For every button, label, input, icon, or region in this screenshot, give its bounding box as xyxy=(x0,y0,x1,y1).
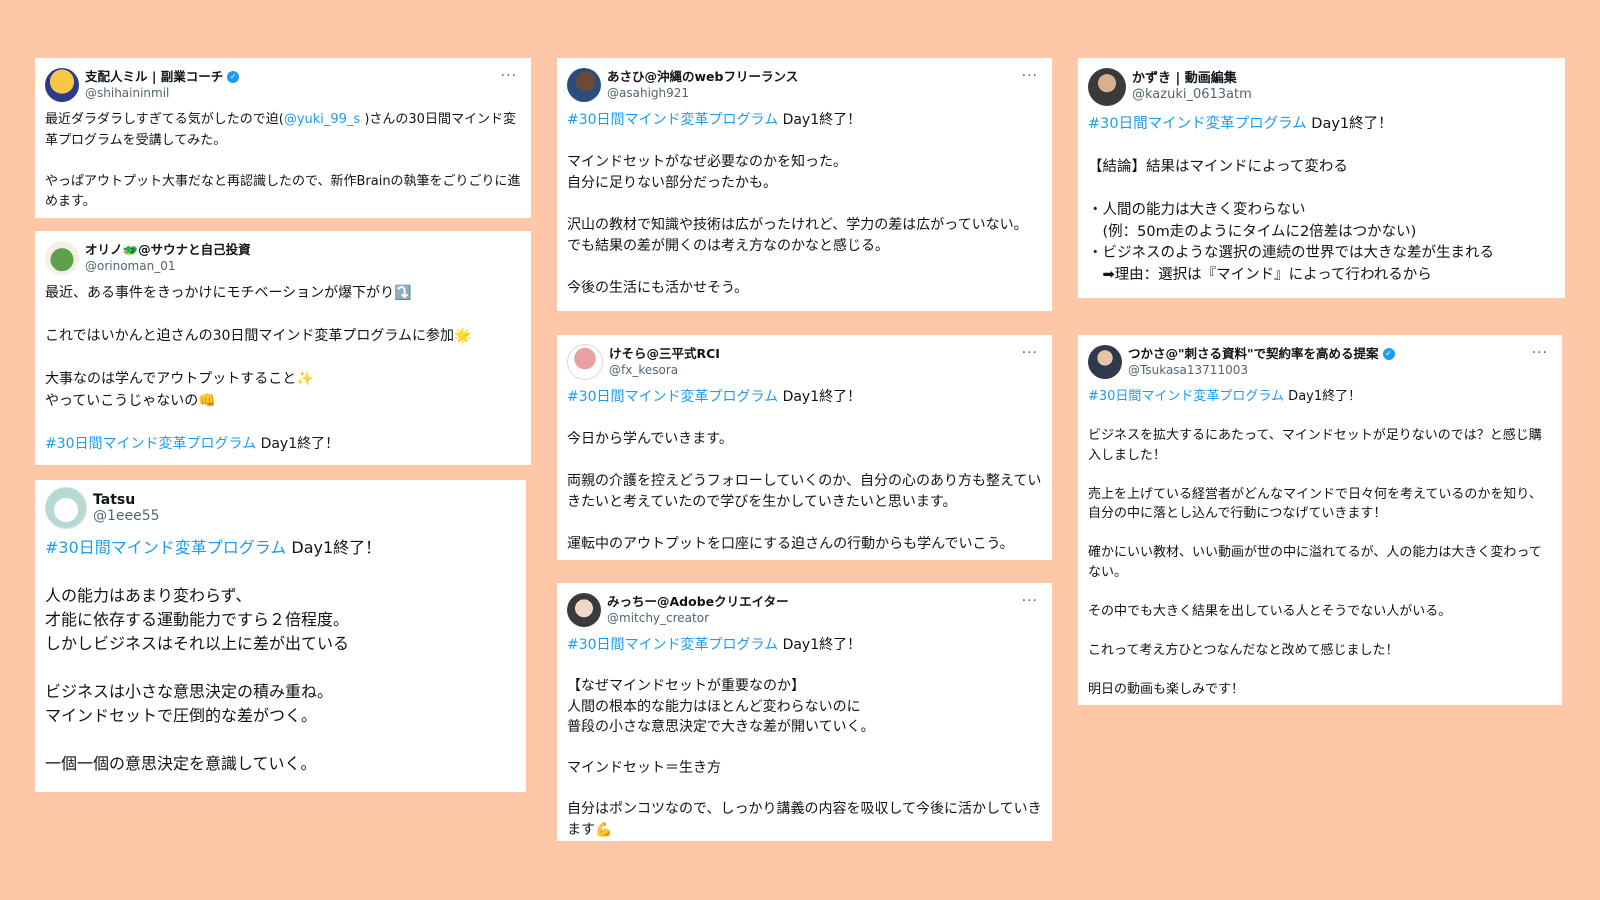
tweet-card[interactable]: あさひ@沖縄のwebフリーランス @asahigh921 ··· #30日間マイ… xyxy=(557,58,1052,311)
user-name[interactable]: 支配人ミル | 副業コーチ xyxy=(85,69,223,85)
more-options-icon[interactable]: ··· xyxy=(1022,68,1038,84)
hashtag-link[interactable]: #30日間マインド変革プログラム xyxy=(1088,389,1284,404)
tweet-card[interactable]: Tatsu @1eee55 #30日間マインド変革プログラム Day1終了！ 人… xyxy=(35,480,526,792)
tweet-card[interactable]: けそら@三平式RCI @fx_kesora ··· #30日間マインド変革プログ… xyxy=(557,335,1052,560)
user-name[interactable]: けそら@三平式RCI xyxy=(609,346,720,362)
user-handle[interactable]: @Tsukasa13711003 xyxy=(1128,362,1395,378)
user-handle[interactable]: @mitchy_creator xyxy=(607,610,789,626)
more-options-icon[interactable]: ··· xyxy=(1532,345,1548,361)
hashtag-link[interactable]: #30日間マインド変革プログラム xyxy=(567,112,778,128)
tweet-card[interactable]: 支配人ミル | 副業コーチ ✓ @shihaininmil ··· 最近ダラダラし… xyxy=(35,58,531,218)
user-name[interactable]: つかさ@"刺さる資料"で契約率を高める提案 xyxy=(1128,346,1379,362)
user-name[interactable]: オリノ🐲@サウナと自己投資 xyxy=(85,242,251,258)
tweet-card[interactable]: つかさ@"刺さる資料"で契約率を高める提案 ✓ @Tsukasa13711003 … xyxy=(1078,335,1562,705)
tweet-card[interactable]: オリノ🐲@サウナと自己投資 @orinoman_01 最近、ある事件をきっかけに… xyxy=(35,231,531,465)
avatar[interactable] xyxy=(45,487,87,529)
tweet-text: #30日間マインド変革プログラム Day1終了！ 【なぜマインドセットが重要なの… xyxy=(567,637,1042,838)
tweet-text: 最近ダラダラしすぎてる気がしたので迫(@yuki_99_s )さんの30日間マイ… xyxy=(45,112,521,209)
avatar[interactable] xyxy=(1088,345,1122,379)
user-handle[interactable]: @kazuki_0613atm xyxy=(1132,87,1252,103)
user-handle[interactable]: @asahigh921 xyxy=(607,85,798,101)
avatar[interactable] xyxy=(567,68,601,102)
verified-badge-icon: ✓ xyxy=(1382,348,1395,360)
avatar[interactable] xyxy=(45,68,79,102)
tweet-text: #30日間マインド変革プログラム Day1終了！ マインドセットがなぜ必要なのか… xyxy=(567,112,1028,296)
avatar[interactable] xyxy=(567,593,601,627)
avatar[interactable] xyxy=(1088,68,1126,106)
more-options-icon[interactable]: ··· xyxy=(1022,345,1038,361)
user-handle[interactable]: @orinoman_01 xyxy=(85,258,251,274)
hashtag-link[interactable]: #30日間マインド変革プログラム xyxy=(1088,116,1307,132)
hashtag-link[interactable]: #30日間マインド変革プログラム xyxy=(45,538,286,557)
down-arrow-emoji-icon: ⤵️ xyxy=(394,285,412,301)
user-name[interactable]: みっちー@Adobeクリエイター xyxy=(607,594,789,610)
hashtag-link[interactable]: #30日間マインド変革プログラム xyxy=(567,637,778,653)
star-emoji-icon: 🌟 xyxy=(453,328,472,344)
mention-link[interactable]: @yuki_99_s xyxy=(284,112,360,127)
sparkles-emoji-icon: ✨ xyxy=(296,371,314,387)
hashtag-link[interactable]: #30日間マインド変革プログラム xyxy=(567,389,778,405)
tweet-text: #30日間マインド変革プログラム Day1終了！ ビジネスを拡大するにあたって、… xyxy=(1088,389,1542,697)
user-handle[interactable]: @shihaininmil xyxy=(85,85,239,101)
verified-badge-icon: ✓ xyxy=(227,71,240,83)
tweet-text: #30日間マインド変革プログラム Day1終了！ 【結論】結果はマインドによって… xyxy=(1088,116,1494,283)
tweet-text: #30日間マインド変革プログラム Day1終了！ 人の能力はあまり変わらず、 才… xyxy=(45,538,382,773)
tweet-card[interactable]: みっちー@Adobeクリエイター @mitchy_creator ··· #30… xyxy=(557,583,1052,841)
fist-emoji-icon: 👊 xyxy=(198,392,216,409)
user-name[interactable]: あさひ@沖縄のwebフリーランス xyxy=(607,69,798,85)
hashtag-link[interactable]: #30日間マインド変革プログラム xyxy=(45,436,256,452)
user-handle[interactable]: @1eee55 xyxy=(93,508,160,524)
flexed-bicep-emoji-icon: 💪 xyxy=(595,821,613,838)
tweet-card[interactable]: かずき | 動画編集 @kazuki_0613atm #30日間マインド変革プロ… xyxy=(1078,58,1565,298)
tweet-text: 最近、ある事件をきっかけにモチベーションが爆下がり⤵️ これではいかんと迫さんの… xyxy=(45,285,472,452)
tweet-text: #30日間マインド変革プログラム Day1終了！ 今日から学んでいきます。 両親… xyxy=(567,389,1042,552)
more-options-icon[interactable]: ··· xyxy=(501,68,517,84)
avatar[interactable] xyxy=(567,344,603,380)
more-options-icon[interactable]: ··· xyxy=(1022,593,1038,609)
avatar[interactable] xyxy=(45,241,79,275)
user-name[interactable]: Tatsu xyxy=(93,492,160,508)
user-name[interactable]: かずき | 動画編集 xyxy=(1132,71,1252,87)
user-handle[interactable]: @fx_kesora xyxy=(609,362,720,378)
